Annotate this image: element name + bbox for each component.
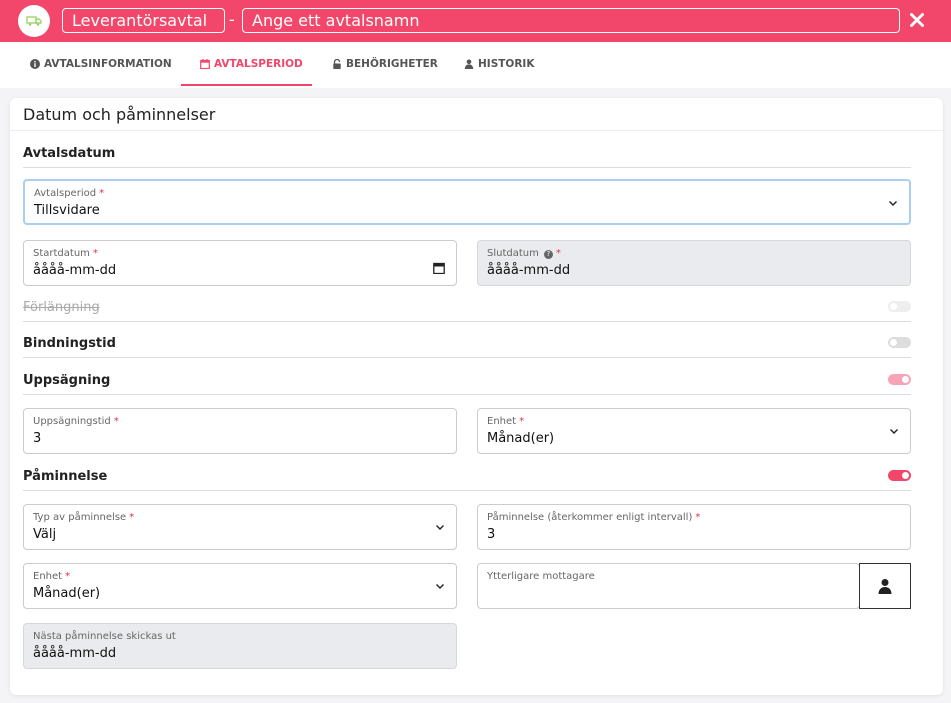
field-value: Månad(er) [33, 586, 101, 601]
calendar-icon [200, 59, 210, 69]
uppsagningstid-input[interactable]: Uppsägningstid * 3 [23, 408, 457, 454]
chevron-down-icon [436, 525, 444, 530]
agreement-name-input[interactable]: Ange ett avtalsnamn [242, 8, 900, 33]
help-icon[interactable]: ? [543, 250, 553, 259]
section-avtalsdatum: Avtalsdatum [23, 146, 911, 168]
card-title: Datum och påminnelser [23, 105, 216, 124]
close-icon [910, 13, 924, 27]
field-label: Påminnelse (återkommer enligt intervall)… [487, 512, 700, 523]
field-label-text: Startdatum [33, 248, 90, 259]
required-marker: * [65, 571, 71, 582]
field-label: Avtalsperiod * [34, 188, 104, 199]
slutdatum-input: Slutdatum? * åååå-mm-dd [477, 240, 911, 286]
uppsagning-toggle[interactable] [888, 374, 911, 385]
field-label-text: Slutdatum [487, 248, 539, 259]
title-separator: - [229, 10, 235, 29]
calendar-picker-icon[interactable] [433, 262, 445, 274]
field-value: åååå-mm-dd [487, 263, 571, 278]
chevron-down-icon [436, 584, 444, 589]
field-value: Välj [33, 527, 57, 542]
required-marker: * [129, 512, 135, 523]
field-label: Slutdatum? * [487, 248, 561, 259]
field-value: åååå-mm-dd [33, 263, 117, 278]
tab-label: BEHÖRIGHETER [346, 58, 438, 70]
select-recipient-button[interactable] [859, 563, 911, 609]
section-bindningstid: Bindningstid [23, 336, 911, 358]
section-label: Påminnelse [23, 469, 108, 484]
required-marker: * [99, 188, 105, 199]
dates-reminders-card: Datum och påminnelser Avtalsdatum Avtals… [10, 98, 943, 695]
field-value: 3 [33, 431, 42, 446]
field-label-text: Enhet [33, 571, 63, 582]
startdatum-input[interactable]: Startdatum * åååå-mm-dd [23, 240, 457, 286]
ytterligare-mottagare-input[interactable]: Ytterligare mottagare [477, 563, 860, 609]
active-tab-indicator [181, 84, 312, 86]
tab-label: AVTALSINFORMATION [44, 58, 172, 70]
field-value: åååå-mm-dd [33, 646, 117, 661]
section-uppsagning: Uppsägning [23, 373, 911, 395]
field-value: Månad(er) [487, 431, 555, 446]
paminnelse-intervall-input[interactable]: Påminnelse (återkommer enligt intervall)… [477, 504, 911, 550]
paminnelse-toggle[interactable] [888, 470, 911, 481]
section-label: Förlängning [23, 300, 100, 315]
truck-icon [26, 16, 42, 26]
required-marker: * [92, 248, 98, 259]
section-label: Avtalsdatum [23, 146, 116, 161]
tab-avtalsperiod[interactable]: AVTALSPERIOD [200, 42, 303, 86]
section-forlangning: Förlängning [23, 300, 911, 322]
info-circle-icon [30, 59, 40, 69]
tab-label: AVTALSPERIOD [214, 58, 303, 70]
field-label-text: Typ av påminnelse [33, 512, 127, 523]
forlangning-toggle[interactable] [888, 301, 911, 312]
user-icon [464, 59, 474, 69]
section-label: Bindningstid [23, 336, 116, 351]
category-title-field[interactable]: Leverantörsavtal [62, 8, 225, 33]
close-button[interactable] [906, 9, 928, 31]
required-marker: * [695, 512, 701, 523]
field-label-text: Påminnelse (återkommer enligt intervall) [487, 512, 693, 523]
field-label: Enhet * [487, 416, 524, 427]
field-label: Uppsägningstid * [33, 416, 119, 427]
field-label: Enhet * [33, 571, 70, 582]
paminnelse-enhet-select[interactable]: Enhet * Månad(er) [23, 563, 457, 609]
card-divider [10, 130, 943, 131]
chevron-down-icon [889, 201, 897, 206]
field-label: Startdatum * [33, 248, 98, 259]
required-marker: * [555, 248, 561, 259]
tab-label: HISTORIK [478, 58, 535, 70]
header-bar: Leverantörsavtal - Ange ett avtalsnamn [0, 0, 951, 42]
nasta-paminnelse-field: Nästa påminnelse skickas ut åååå-mm-dd [23, 623, 457, 669]
bindningstid-toggle[interactable] [888, 337, 911, 348]
section-label: Uppsägning [23, 373, 111, 388]
field-label: Typ av påminnelse * [33, 512, 134, 523]
typ-av-paminnelse-select[interactable]: Typ av påminnelse * Välj [23, 504, 457, 550]
tab-avtalsinformation[interactable]: AVTALSINFORMATION [30, 42, 172, 86]
section-paminnelse: Påminnelse [23, 469, 911, 491]
field-label-text: Enhet [487, 416, 517, 427]
tab-bar: AVTALSINFORMATION AVTALSPERIOD BEHÖRIGHE… [0, 42, 951, 88]
field-label-text: Avtalsperiod [34, 188, 97, 199]
field-value: Tillsvidare [34, 203, 100, 218]
lock-icon [333, 59, 341, 69]
required-marker: * [113, 416, 119, 427]
field-value: 3 [487, 527, 496, 542]
person-icon [878, 579, 892, 594]
avtalsperiod-select[interactable]: Avtalsperiod * Tillsvidare [23, 179, 911, 225]
truck-logo [18, 5, 50, 37]
chevron-down-icon [890, 429, 898, 434]
tab-behorigheter[interactable]: BEHÖRIGHETER [332, 42, 438, 86]
field-label: Ytterligare mottagare [487, 571, 595, 582]
required-marker: * [519, 416, 525, 427]
field-label: Nästa påminnelse skickas ut [33, 631, 176, 642]
uppsagning-enhet-select[interactable]: Enhet * Månad(er) [477, 408, 911, 454]
tab-historik[interactable]: HISTORIK [464, 42, 534, 86]
field-label-text: Uppsägningstid [33, 416, 111, 427]
